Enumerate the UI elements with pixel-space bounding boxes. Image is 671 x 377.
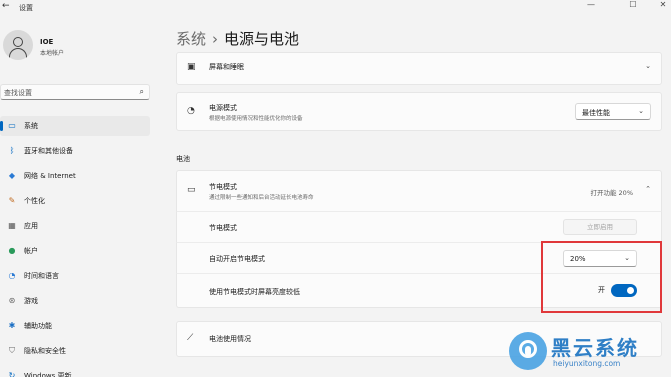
maximize-icon[interactable]: ☐ bbox=[620, 0, 646, 12]
turn-on-now-button[interactable]: 立即启用 bbox=[563, 219, 637, 235]
gaming-icon: ⊛ bbox=[8, 296, 16, 305]
battery-usage-title: 电池使用情况 bbox=[209, 335, 251, 343]
breadcrumb: 系统 › 电源与电池 bbox=[176, 28, 299, 49]
sidebar-item[interactable]: ◆ 网络 & Internet bbox=[0, 166, 150, 186]
accessibility-icon: ✱ bbox=[8, 321, 16, 330]
battery-saver-card[interactable]: ▭ 节电模式 通过限制一些通知和后台活动延长电池寿命 打开功能 20% ⌃ bbox=[176, 170, 662, 212]
power-mode-description: 根据电源使用情况和性能优化你的设备 bbox=[209, 116, 303, 122]
battery-saver-status: 打开功能 20% bbox=[590, 189, 633, 197]
sidebar-item-label: 个性化 bbox=[24, 197, 45, 205]
minimize-icon[interactable]: — bbox=[578, 0, 604, 12]
apps-icon: ▦ bbox=[8, 221, 16, 230]
search-icon[interactable]: ⌕ bbox=[140, 87, 144, 97]
breadcrumb-parent[interactable]: 系统 bbox=[176, 30, 206, 48]
sidebar-item-label: Windows 更新 bbox=[24, 372, 72, 377]
sidebar-item-label: 游戏 bbox=[24, 297, 38, 305]
chevron-down-icon: ⌄ bbox=[638, 107, 644, 115]
user-head-shape bbox=[13, 37, 23, 47]
privacy-icon: ⛉ bbox=[9, 346, 15, 355]
sidebar-item[interactable]: ↻ Windows 更新 bbox=[0, 366, 150, 377]
sidebar-item-label: 时间和语言 bbox=[24, 272, 59, 280]
sidebar-item-label: 辅助功能 bbox=[24, 322, 52, 330]
watermark-logo-icon bbox=[509, 332, 547, 370]
back-arrow-icon[interactable]: ← bbox=[2, 1, 10, 11]
sidebar-item[interactable]: ⊛ 游戏 bbox=[0, 291, 150, 311]
power-mode-title: 电源模式 bbox=[209, 104, 237, 112]
sidebar-item-label: 隐私和安全性 bbox=[24, 347, 66, 355]
active-indicator bbox=[0, 121, 3, 131]
battery-saver-row-label: 节电模式 bbox=[209, 224, 237, 232]
breadcrumb-separator: › bbox=[212, 30, 219, 48]
network-icon: ◆ bbox=[8, 171, 16, 180]
sidebar-item[interactable]: ▭ 系统 bbox=[0, 116, 150, 136]
watermark-title: 黑云系统 bbox=[551, 336, 639, 360]
sidebar-item-label: 应用 bbox=[24, 222, 38, 230]
screen-sleep-icon: ▣ bbox=[187, 62, 196, 72]
screen-sleep-title: 屏幕和睡眠 bbox=[209, 63, 244, 71]
watermark-url: heiyunxitong.com bbox=[553, 359, 621, 368]
screen-sleep-card[interactable]: ▣ 屏幕和睡眠 ⌄ bbox=[176, 52, 662, 85]
account-type: 本地帐户 bbox=[40, 50, 65, 57]
page-title: 电源与电池 bbox=[224, 30, 300, 48]
user-body-shape bbox=[9, 48, 27, 60]
accounts-icon: ● bbox=[8, 246, 16, 255]
search-input[interactable] bbox=[4, 87, 129, 98]
battery-saver-description: 通过限制一些通知和后台活动延长电池寿命 bbox=[209, 195, 314, 201]
sidebar-item-label: 系统 bbox=[24, 122, 38, 130]
sidebar-item[interactable]: ⛉ 隐私和安全性 bbox=[0, 341, 150, 361]
close-icon[interactable]: ✕ bbox=[650, 0, 671, 12]
battery-saver-title: 节电模式 bbox=[209, 183, 237, 191]
title-bar: ← 设置 — ☐ ✕ bbox=[0, 0, 671, 16]
chevron-up-icon[interactable]: ⌃ bbox=[645, 185, 651, 193]
time-language-icon: ◔ bbox=[8, 271, 16, 280]
sidebar-item[interactable]: ◔ 时间和语言 bbox=[0, 266, 150, 286]
windows-update-icon: ↻ bbox=[8, 371, 16, 377]
battery-saver-icon: ▭ bbox=[187, 185, 196, 195]
personalization-icon: ✎ bbox=[8, 196, 16, 205]
battery-section-label: 电池 bbox=[176, 155, 190, 163]
auto-battery-saver-label: 自动开启节电模式 bbox=[209, 255, 265, 263]
sidebar-item[interactable]: ᛒ 蓝牙和其他设备 bbox=[0, 141, 150, 161]
sidebar-item[interactable]: ▦ 应用 bbox=[0, 216, 150, 236]
sidebar-item[interactable]: ● 帐户 bbox=[0, 241, 150, 261]
sidebar-item-label: 网络 & Internet bbox=[24, 172, 76, 180]
system-icon: ▭ bbox=[8, 121, 16, 130]
sidebar-item-label: 帐户 bbox=[24, 247, 38, 255]
sidebar-item[interactable]: ✎ 个性化 bbox=[0, 191, 150, 211]
chevron-down-icon[interactable]: ⌄ bbox=[645, 62, 651, 70]
chart-line-icon: ⟋ bbox=[187, 333, 194, 343]
avatar[interactable] bbox=[3, 30, 33, 60]
search-box[interactable]: ⌕ bbox=[0, 84, 150, 100]
battery-saver-row: 节电模式 立即启用 bbox=[176, 212, 662, 243]
sidebar-item[interactable]: ✱ 辅助功能 bbox=[0, 316, 150, 336]
power-mode-card: ◔ 电源模式 根据电源使用情况和性能优化你的设备 最佳性能 ⌄ bbox=[176, 92, 662, 131]
watermark: 黑云系统 heiyunxitong.com bbox=[507, 328, 671, 377]
lower-brightness-label: 使用节电模式时屏幕亮度较低 bbox=[209, 288, 300, 296]
power-mode-select[interactable]: 最佳性能 ⌄ bbox=[575, 103, 651, 120]
power-mode-value: 最佳性能 bbox=[582, 109, 610, 117]
sidebar-item-label: 蓝牙和其他设备 bbox=[24, 147, 73, 155]
power-mode-icon: ◔ bbox=[187, 106, 195, 116]
highlight-box bbox=[541, 241, 662, 313]
user-name: IOE bbox=[40, 38, 54, 46]
bluetooth-icon: ᛒ bbox=[9, 146, 15, 155]
window-title: 设置 bbox=[19, 4, 33, 12]
